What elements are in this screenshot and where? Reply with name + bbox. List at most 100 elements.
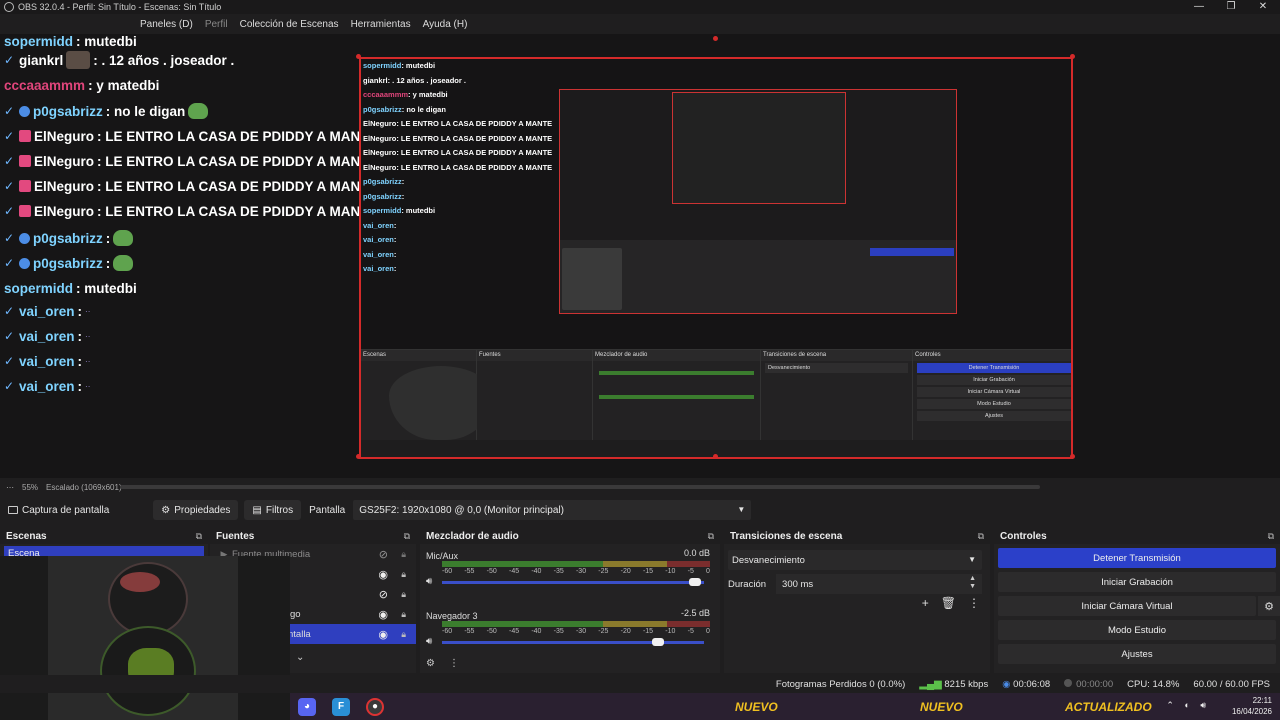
chat-text: : LE ENTRO LA CASA DE PDIDDY A MANTE [97, 128, 378, 144]
chat-username: ElNeguro [34, 128, 95, 144]
zoom-level[interactable]: 55% [22, 483, 38, 492]
nested-meter-1 [599, 371, 754, 375]
trash-icon[interactable]: 🗑︎ [941, 596, 956, 610]
eye-icon[interactable]: ◉ [378, 608, 388, 621]
transform-handle-tl[interactable] [356, 54, 361, 59]
preview-canvas[interactable]: sopermidd: mutedbi ✓ giankrl: . 12 años . … [0, 34, 1280, 478]
more-icon[interactable]: ⋮ [449, 658, 459, 669]
zoom-icon[interactable]: ⋯ [6, 483, 14, 492]
nested-dock: Escenas Fuentes Mezclador de audio Trans… [361, 349, 1071, 457]
start-virtual-camera-button[interactable]: Iniciar Cámara Virtual [998, 596, 1256, 616]
lock-icon[interactable]: 🔒︎ [401, 569, 406, 580]
chat-message: ✓ ElNeguro: LE ENTRO LA CASA DE PDIDDY A … [4, 150, 378, 172]
minimize-button[interactable]: — [1184, 0, 1214, 14]
lock-icon[interactable]: 🔒︎ [401, 609, 406, 620]
nested-chat-message: p0gsabrizz: [363, 177, 558, 192]
nested-chat-message: vai_oren: [363, 221, 558, 236]
speaker-icon[interactable]: 🔊︎ [426, 636, 432, 647]
lock-icon[interactable]: 🔒︎ [401, 589, 406, 600]
virtual-cam-settings-icon[interactable]: ⚙ [1258, 596, 1280, 616]
more-icon[interactable]: ⋮ [968, 596, 980, 610]
menu-herramientas[interactable]: Herramientas [351, 19, 411, 30]
transform-handle-bottom[interactable] [713, 454, 718, 459]
nested-chat-text: : [393, 249, 397, 259]
fps: 60.00 / 60.00 FPS [1193, 678, 1270, 690]
monitor-select[interactable]: GS25F2: 1920x1080 @ 0,0 (Monitor princip… [353, 500, 752, 520]
lock-icon[interactable]: 🔒︎ [401, 549, 406, 560]
duration-value: 300 ms [782, 578, 814, 590]
settings-button[interactable]: Ajustes [998, 644, 1276, 664]
scale-tick: -20 [620, 628, 631, 635]
scale-tick: -5 [687, 628, 694, 635]
start-recording-button[interactable]: Iniciar Grabación [998, 572, 1276, 592]
menu-paneles[interactable]: Paneles (D) [140, 19, 193, 30]
volume-slider[interactable] [442, 578, 704, 586]
eye-icon[interactable]: ◉ [378, 568, 388, 581]
scale-tick: -25 [598, 568, 609, 575]
menu-perfil[interactable]: Perfil [205, 19, 228, 30]
transform-handle-bl[interactable] [356, 454, 361, 459]
scale-tick: -45 [508, 628, 520, 635]
stop-stream-button[interactable]: Detener Transmisión [998, 548, 1276, 568]
chat-username: p0gsabrizz [33, 255, 103, 271]
chat-message: sopermidd: mutedbi [4, 277, 137, 299]
undock-icon[interactable]: ⧉ [1268, 531, 1274, 542]
speaker-icon[interactable]: 🔊︎ [426, 576, 432, 587]
nested-chat-username: sopermidd [363, 61, 402, 70]
transition-select[interactable]: Desvanecimiento ▼ [728, 550, 982, 570]
dropped-frames: Fotogramas Perdidos 0 (0.0%) [775, 678, 906, 690]
undock-icon[interactable]: ⧉ [196, 531, 202, 542]
nested-chat-username: ElNeguro [363, 119, 397, 128]
eye-hidden-icon[interactable]: ⊘ [379, 548, 388, 561]
nested-chat-message: vai_oren: [363, 250, 558, 265]
transitions-title: Transiciones de escena [730, 530, 843, 542]
close-button[interactable]: ✕ [1248, 0, 1278, 14]
scale-tick: -20 [620, 568, 631, 575]
preview-scrollbar[interactable] [120, 485, 1040, 489]
properties-button[interactable]: ⚙ Propiedades [153, 500, 239, 520]
nested-sources-panel: Fuentes [477, 350, 593, 440]
system-tray-icons[interactable]: ⌃ ◐ 🔊︎ [1166, 700, 1210, 711]
transition-actions: + 🗑︎ ⋮ [922, 596, 980, 610]
scale-tick: -15 [642, 568, 654, 575]
menu-coleccion-escenas[interactable]: Colección de Escenas [240, 19, 339, 30]
source-row-selected[interactable]: ntalla ◉ 🔒︎ [284, 624, 416, 644]
channel-db: 0.0 dB [683, 548, 710, 558]
add-icon[interactable]: + [922, 596, 929, 610]
scale-tick: 0 [706, 568, 710, 575]
discord-icon[interactable]: ◕ [298, 697, 316, 716]
chat-message: ✓ vai_oren: ·· [4, 325, 90, 347]
clock[interactable]: 22:11 16/04/2026 [1232, 695, 1272, 717]
filters-button[interactable]: ▤ Filtros [244, 500, 302, 520]
undock-icon[interactable]: ⧉ [708, 531, 714, 542]
nested-chat-text: : LE ENTRO LA CASA DE PDIDDY A MANTE [396, 119, 553, 128]
duration-input[interactable]: 300 ms ▲ ▼ [776, 574, 982, 594]
maximize-button[interactable]: ❐ [1216, 0, 1246, 14]
advanced-audio-icon[interactable]: ⚙ [426, 658, 435, 669]
studio-mode-button[interactable]: Modo Estudio [998, 620, 1276, 640]
chat-text: : y matedbi [88, 77, 160, 93]
chat-username: p0gsabrizz [33, 230, 103, 246]
undock-icon[interactable]: ⧉ [404, 531, 410, 542]
chat-text: : [105, 255, 111, 271]
undock-icon[interactable]: ⧉ [978, 531, 984, 542]
spin-arrows-icon[interactable]: ▲ ▼ [969, 575, 976, 591]
transform-handle-tr[interactable] [1070, 54, 1075, 59]
obs-taskbar-icon[interactable]: ● [366, 697, 384, 716]
volume-knob[interactable] [652, 638, 665, 646]
nested-chat-text: : mutedbi [401, 206, 436, 215]
source-toolbar: Captura de pantalla ⚙ Propiedades ▤ Filt… [0, 498, 1280, 522]
volume-knob[interactable] [688, 578, 701, 586]
eye-icon[interactable]: ◉ [378, 628, 388, 641]
volume-slider[interactable] [442, 638, 704, 646]
nested-chat-text: : LE ENTRO LA CASA DE PDIDDY A MANTE [396, 133, 553, 143]
transform-handle-top[interactable] [713, 36, 718, 41]
source-label: ntalla [288, 628, 311, 640]
files-icon[interactable]: F [332, 697, 350, 716]
chevron-down-icon[interactable]: ⌄ [296, 652, 304, 663]
transform-handle-br[interactable] [1070, 454, 1075, 459]
lock-icon[interactable]: 🔒︎ [401, 629, 406, 640]
menu-ayuda[interactable]: Ayuda (H) [423, 19, 468, 30]
transitions-dock: Transiciones de escena ⧉ Desvanecimiento… [724, 528, 990, 673]
eye-hidden-icon[interactable]: ⊘ [379, 588, 388, 601]
